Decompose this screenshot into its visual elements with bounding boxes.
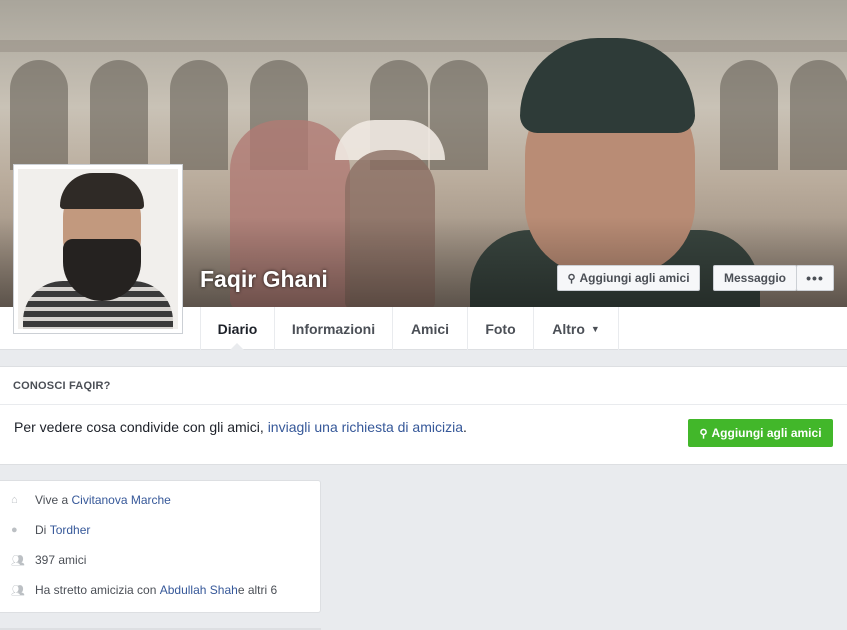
add-friend-green-label: Aggiungi agli amici <box>711 426 822 440</box>
active-tab-pointer <box>230 343 244 350</box>
intro-lives-in: ⌂ Vive a Civitanova Marche <box>11 491 171 509</box>
know-text: Per vedere cosa condivide con gli amici,… <box>14 419 467 435</box>
more-dots-icon: ••• <box>806 270 824 286</box>
know-text-suffix: . <box>463 419 467 435</box>
profile-picture[interactable] <box>13 164 183 334</box>
intro-friends-count: 👥︎ 397 amici <box>11 551 86 569</box>
message-label: Messaggio <box>723 271 786 285</box>
intro-from-prefix: Di <box>35 523 47 537</box>
intro-from: ● Di Tordher <box>11 521 90 539</box>
caret-down-icon: ▼ <box>590 323 600 334</box>
lives-place-link[interactable]: Civitanova Marche <box>71 493 170 507</box>
intro-lives-prefix: Vive a <box>35 493 69 507</box>
friends-with-suffix: e altri 6 <box>237 583 278 597</box>
from-place-link[interactable]: Tordher <box>50 523 91 537</box>
tab-label: Foto <box>485 320 516 337</box>
tab-altro[interactable]: Altro ▼ <box>534 307 619 350</box>
know-title: CONOSCI FAQIR? <box>13 380 111 392</box>
cover-building-band <box>0 40 847 52</box>
message-button[interactable]: Messaggio <box>713 265 797 291</box>
friends-count-text: 397 amici <box>35 553 87 567</box>
friend-name-link[interactable]: Abdullah Shah <box>160 583 238 597</box>
cover-arch <box>170 60 228 170</box>
tab-label: Altro <box>552 320 585 337</box>
friends-icon: 👥︎ <box>11 554 25 567</box>
cover-arch <box>90 60 148 170</box>
profile-photo <box>18 169 178 329</box>
add-friend-label: Aggiungi agli amici <box>579 271 690 285</box>
more-options-button[interactable]: ••• <box>796 265 834 291</box>
know-person-box: CONOSCI FAQIR? Per vedere cosa condivide… <box>0 366 847 465</box>
know-text-prefix: Per vedere cosa condivide con gli amici, <box>14 419 268 435</box>
tab-label: Informazioni <box>291 320 376 337</box>
photo-hair <box>60 173 144 209</box>
divider <box>0 404 847 405</box>
add-friend-icon: ⚲ <box>567 272 576 285</box>
friends-with-prefix: Ha stretto amicizia con <box>35 583 157 597</box>
location-pin-icon: ● <box>11 524 18 536</box>
send-request-link[interactable]: inviagli una richiesta di amicizia <box>268 419 463 435</box>
tab-label: Diario <box>217 320 258 337</box>
add-friend-button[interactable]: ⚲ Aggiungi agli amici <box>557 265 700 291</box>
cover-person-cap <box>520 38 695 133</box>
tab-amici[interactable]: Amici <box>393 307 468 350</box>
profile-name[interactable]: Faqir Ghani <box>200 266 328 293</box>
home-icon: ⌂ <box>11 494 18 506</box>
add-friend-icon: ⚲ <box>699 427 708 440</box>
intro-friends-with: 👥︎ Ha stretto amicizia con Abdullah Shah… <box>11 581 277 599</box>
tab-informazioni[interactable]: Informazioni <box>275 307 393 350</box>
cover-arch <box>10 60 68 170</box>
tab-foto[interactable]: Foto <box>468 307 534 350</box>
cover-arch <box>790 60 847 170</box>
friends-icon: 👥︎ <box>11 584 25 597</box>
tab-label: Amici <box>410 320 450 337</box>
cover-arch <box>720 60 778 170</box>
add-friend-green-button[interactable]: ⚲ Aggiungi agli amici <box>688 419 833 447</box>
